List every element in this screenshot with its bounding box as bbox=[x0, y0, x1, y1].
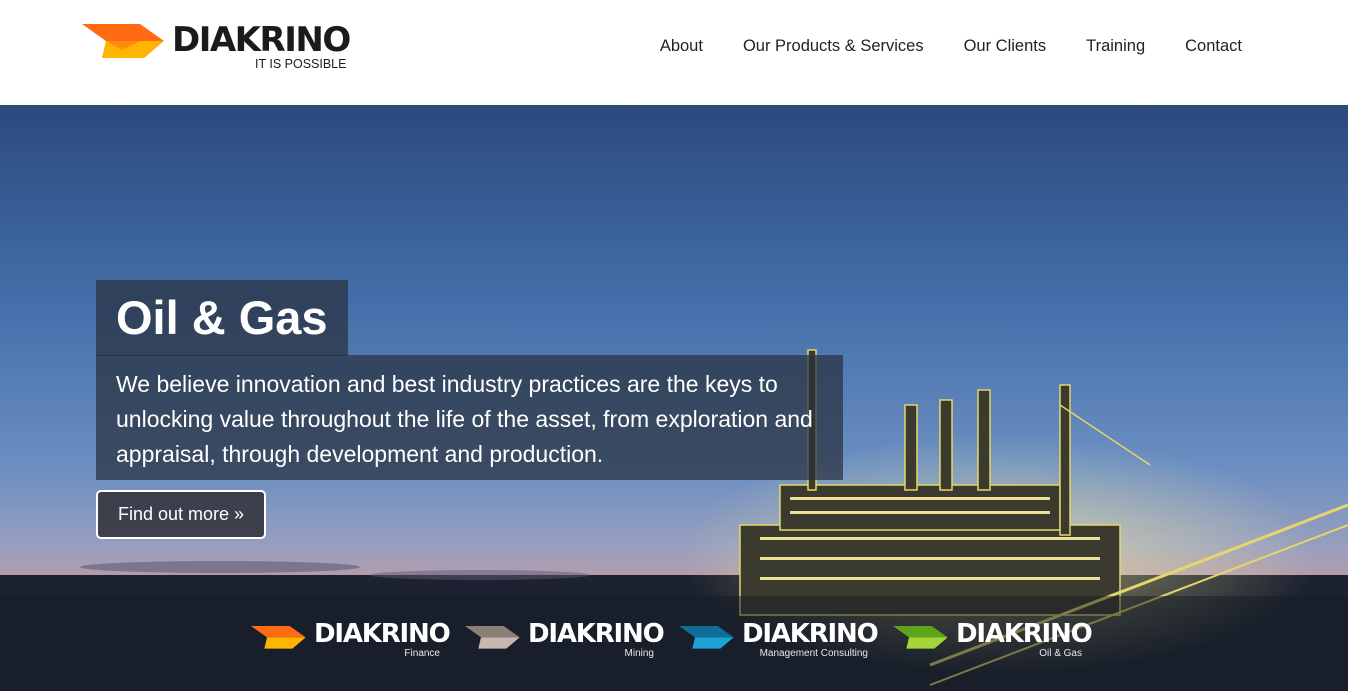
brand-division: Oil & Gas bbox=[1039, 648, 1082, 659]
logo-wordmark: DIAKRINO bbox=[172, 20, 351, 60]
brand-mining[interactable]: DIAKRINO Mining bbox=[464, 619, 665, 665]
brand-finance[interactable]: DIAKRINO Finance bbox=[250, 619, 451, 665]
brand-arrow-icon bbox=[893, 626, 948, 649]
brand-division: Mining bbox=[624, 648, 654, 659]
hero-description: We believe innovation and best industry … bbox=[116, 371, 813, 467]
hero-title-box: Oil & Gas bbox=[96, 280, 348, 356]
site-header: DIAKRINO IT IS POSSIBLE About Our Produc… bbox=[0, 0, 1348, 105]
hero-text-box: We believe innovation and best industry … bbox=[96, 355, 843, 480]
brand-arrow-icon bbox=[251, 626, 306, 649]
brand-arrow-icon bbox=[679, 626, 734, 649]
nav-item-products-services[interactable]: Our Products & Services bbox=[743, 36, 924, 56]
nav-item-contact[interactable]: Contact bbox=[1185, 36, 1242, 56]
hero-title: Oil & Gas bbox=[116, 291, 328, 344]
brand-oil-gas[interactable]: DIAKRINO Oil & Gas bbox=[892, 619, 1093, 665]
logo-arrow-icon bbox=[82, 24, 164, 58]
find-out-more-button[interactable]: Find out more » bbox=[96, 490, 266, 539]
brand-arrow-icon bbox=[465, 626, 520, 649]
nav-item-training[interactable]: Training bbox=[1086, 36, 1145, 56]
brand-bar: DIAKRINO Finance DIAKRINO Mining DIAKRIN… bbox=[0, 596, 1348, 691]
brand-wordmark: DIAKRINO bbox=[956, 619, 1093, 649]
site-logo[interactable]: DIAKRINO IT IS POSSIBLE bbox=[82, 20, 352, 74]
brand-management-consulting[interactable]: DIAKRINO Management Consulting bbox=[678, 619, 879, 665]
brand-wordmark: DIAKRINO bbox=[742, 619, 879, 649]
brand-division: Management Consulting bbox=[759, 648, 868, 659]
nav-item-clients[interactable]: Our Clients bbox=[964, 36, 1047, 56]
nav-item-about[interactable]: About bbox=[660, 36, 703, 56]
brand-wordmark: DIAKRINO bbox=[528, 619, 665, 649]
main-nav: About Our Products & Services Our Client… bbox=[620, 36, 1242, 56]
brand-wordmark: DIAKRINO bbox=[314, 619, 451, 649]
hero-section: Oil & Gas We believe innovation and best… bbox=[0, 105, 1348, 691]
brand-division: Finance bbox=[404, 648, 440, 659]
logo-tagline: IT IS POSSIBLE bbox=[255, 57, 347, 71]
